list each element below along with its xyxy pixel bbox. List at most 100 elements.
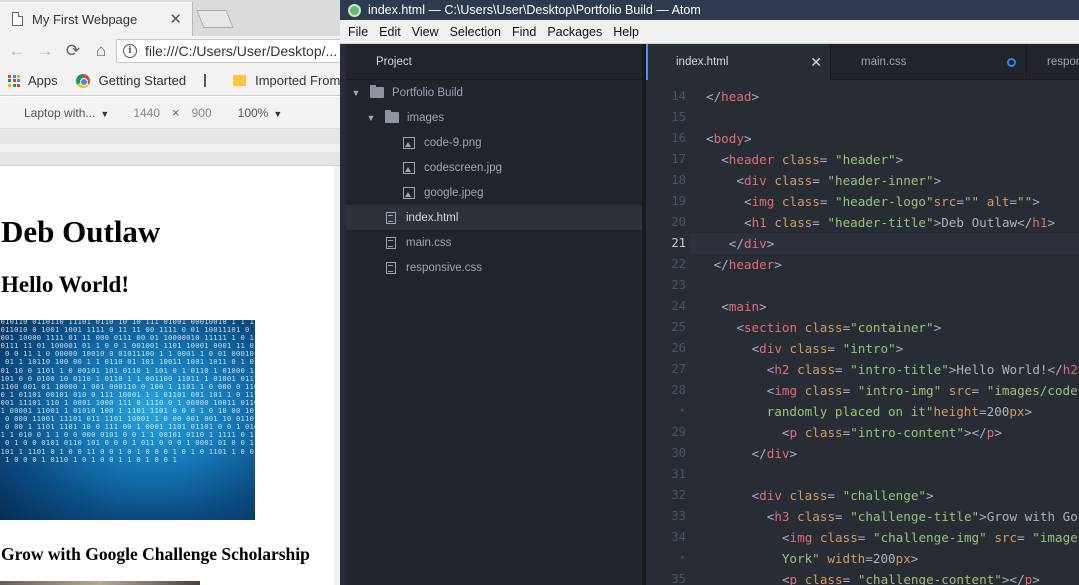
tree-item-responsive-css[interactable]: responsive.css — [346, 255, 644, 280]
info-icon[interactable]: i — [123, 44, 137, 58]
bookmark-label: Getting Started — [98, 73, 187, 88]
menu-find[interactable]: Find — [512, 25, 536, 39]
line-number: 14 — [671, 89, 686, 103]
window-titlebar: index.html — C:\Users\User\Desktop\Portf… — [340, 0, 1079, 20]
modified-dot-icon[interactable] — [1007, 58, 1016, 67]
menu-edit[interactable]: Edit — [379, 25, 401, 39]
line-number: 16 — [671, 131, 686, 145]
code-line[interactable]: York" width=200px> — [706, 551, 919, 566]
code-line[interactable]: <h3 class= "challenge-title">Grow with G… — [706, 509, 1078, 524]
soft-wrap-indicator: • — [678, 404, 686, 418]
code-line[interactable]: <div class= "intro"> — [706, 341, 904, 356]
line-number: 22 — [671, 257, 686, 271]
bookmark-label: Apps — [28, 73, 58, 88]
browser-window: My First Webpage ✕ ← → ⟳ ⌂ i file:///C:/… — [0, 0, 340, 585]
code-line[interactable]: <img class= "header-logo"src="" alt=""> — [706, 194, 1040, 209]
menu-file[interactable]: File — [348, 25, 368, 39]
tree-folder-images[interactable]: ▼ images — [346, 105, 644, 130]
window-title: index.html — C:\Users\User\Desktop\Portf… — [368, 3, 701, 17]
code-line[interactable]: <main> — [706, 299, 767, 314]
code-line[interactable]: <img class= "intro-img" src= "images/cod… — [706, 383, 1078, 398]
code-line[interactable]: </div> — [706, 446, 798, 461]
code-line[interactable]: <div class= "header-inner"> — [706, 173, 941, 188]
menu-bar: File Edit View Selection Find Packages H… — [340, 20, 1079, 44]
tree-item-label: images — [407, 111, 445, 124]
address-bar[interactable]: i file:///C:/Users/User/Desktop/... — [116, 39, 340, 63]
line-number: 28 — [671, 383, 686, 397]
menu-selection[interactable]: Selection — [450, 25, 501, 39]
browser-tab[interactable]: My First Webpage ✕ — [0, 2, 193, 36]
zoom-select[interactable]: 100% ▼ — [238, 106, 283, 120]
code-line[interactable]: <header class= "header"> — [706, 152, 903, 167]
line-number: 25 — [671, 320, 686, 334]
width-input[interactable]: 1440 — [133, 106, 160, 120]
menu-help[interactable]: Help — [613, 25, 639, 39]
code-line[interactable]: <body> — [706, 131, 752, 146]
editor-tab-index-html[interactable]: index.html ✕ — [646, 44, 830, 80]
tree-item-index-html[interactable]: index.html — [346, 205, 644, 230]
editor-tab-bar: index.html ✕ main.css respon — [646, 44, 1079, 80]
chrome-logo-icon — [75, 73, 90, 88]
reload-icon[interactable]: ⟳ — [62, 40, 84, 62]
bookmark-getting-started[interactable]: Getting Started — [75, 73, 187, 88]
code-line[interactable]: <h2 class= "intro-title">Hello World!</h… — [706, 362, 1079, 377]
menu-packages[interactable]: Packages — [547, 25, 602, 39]
forward-arrow-icon[interactable]: → — [34, 40, 56, 62]
code-line[interactable]: <h1 class= "header-title">Deb Outlaw</h1… — [706, 215, 1055, 230]
close-tab-icon[interactable]: ✕ — [169, 10, 182, 28]
editor-tab-responsive-css[interactable]: respon — [1026, 44, 1079, 80]
device-select[interactable]: Laptop with... ▼ — [24, 106, 109, 120]
line-number-current: 21 — [671, 236, 686, 250]
image-file-icon — [403, 136, 415, 149]
apps-grid-icon — [8, 74, 20, 87]
file-icon — [386, 236, 396, 249]
code-line[interactable]: </head> — [706, 89, 759, 104]
code-line[interactable]: <p class="intro-content"></p> — [706, 425, 1002, 440]
tree-item-label: main.css — [406, 236, 452, 249]
line-number: 15 — [671, 110, 686, 124]
page-viewport: Deb Outlaw Hello World! 0010110 0110110 … — [0, 166, 340, 585]
back-arrow-icon[interactable]: ← — [6, 40, 28, 62]
challenge-image — [0, 581, 200, 585]
page-heading: Deb Outlaw — [1, 214, 161, 249]
code-line[interactable]: <img class= "challenge-img" src= "image — [706, 530, 1078, 545]
code-line[interactable]: randomly placed on it"height=200px> — [706, 404, 1032, 419]
new-tab-button[interactable] — [196, 10, 234, 28]
tree-item-code-9[interactable]: code-9.png — [346, 130, 644, 155]
code-editor[interactable]: 14 15 16 17 18 19 20 21 22 23 24 25 26 2… — [646, 80, 1079, 585]
navigation-bar: ← → ⟳ ⌂ i file:///C:/Users/User/Desktop/… — [0, 36, 340, 66]
tree-folder-portfolio-build[interactable]: ▼ Portfolio Build — [346, 80, 644, 105]
close-icon[interactable]: ✕ — [810, 54, 822, 71]
tree-item-label: google.jpeg — [424, 186, 484, 199]
tab-project[interactable]: Project — [346, 44, 644, 80]
code-line[interactable]: <div class= "challenge"> — [706, 488, 934, 503]
editor-tab-main-css[interactable]: main.css — [830, 44, 1026, 80]
file-icon — [386, 261, 396, 274]
height-input[interactable]: 900 — [192, 106, 212, 120]
tree-item-google[interactable]: google.jpeg — [346, 180, 644, 205]
editor-window: index.html — C:\Users\User\Desktop\Portf… — [340, 0, 1079, 585]
intro-image: 0010110 0110110 11101 0110 10 10 111 010… — [0, 320, 255, 520]
chevron-down-icon: ▼ — [351, 87, 361, 98]
tree-item-label: code-9.png — [424, 136, 482, 149]
file-icon — [386, 211, 396, 224]
code-line[interactable]: <p class= "challenge-content"></p> — [706, 572, 1040, 585]
project-tree: Project ▼ Portfolio Build ▼ images code-… — [346, 44, 644, 585]
tree-item-main-css[interactable]: main.css — [346, 230, 644, 255]
bookmark-apps[interactable]: Apps — [8, 73, 58, 88]
home-icon[interactable]: ⌂ — [90, 40, 112, 62]
line-number: 19 — [671, 194, 686, 208]
code-line[interactable]: <section class="container"> — [706, 320, 941, 335]
folder-icon — [233, 75, 247, 86]
folder-icon — [385, 110, 399, 123]
bookmark-page-icon[interactable] — [204, 74, 207, 87]
page-icon — [12, 12, 23, 26]
tree-item-label: index.html — [406, 211, 459, 224]
tree-item-codescreen[interactable]: codescreen.jpg — [346, 155, 644, 180]
soft-wrap-indicator: • — [678, 551, 686, 565]
url-text: file:///C:/Users/User/Desktop/... — [145, 43, 338, 59]
menu-view[interactable]: View — [412, 25, 439, 39]
bookmark-imported[interactable]: Imported From — [215, 73, 340, 88]
code-line[interactable]: </header> — [706, 257, 782, 272]
code-line[interactable]: </div> — [706, 236, 775, 251]
